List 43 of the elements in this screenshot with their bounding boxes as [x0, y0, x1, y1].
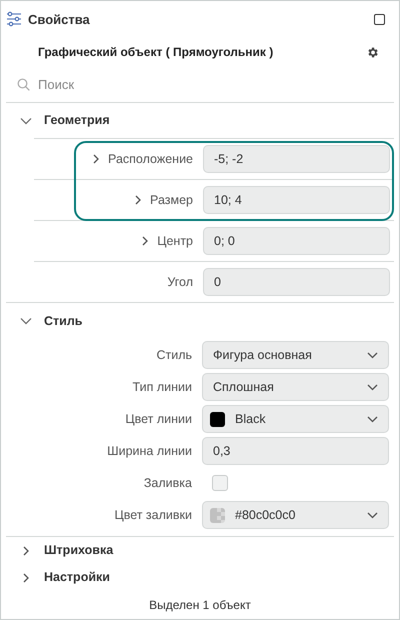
dropdown[interactable]: Black — [202, 405, 389, 434]
input-field[interactable]: -5; -2 — [203, 145, 390, 174]
settings-icon[interactable] — [366, 46, 379, 59]
chevron-down-icon — [367, 352, 378, 359]
chevron-down-icon — [367, 512, 378, 519]
chevron-down-icon — [367, 384, 378, 391]
property-label: Ширина линии — [107, 442, 192, 460]
dropdown-value: Фигура основная — [213, 346, 313, 364]
dropdown-value: Black — [235, 410, 267, 428]
section-header: Штриховка — [44, 542, 114, 560]
object-title: Графический объект ( Прямоугольник ) — [38, 44, 274, 62]
status-text: Выделен 1 объект — [149, 597, 251, 614]
property-label: Центр — [157, 233, 193, 250]
property-label: Заливка — [144, 474, 192, 492]
expand-chevron-icon[interactable] — [141, 236, 150, 246]
dropdown-value: Сплошная — [213, 378, 275, 396]
sliders-icon — [6, 11, 22, 28]
expand-chevron-icon[interactable] — [92, 154, 100, 164]
expand-chevron-icon[interactable] — [134, 195, 142, 206]
dropdown[interactable]: #80c0c0c0 — [202, 501, 389, 530]
property-label: Цвет линии — [125, 410, 192, 428]
property-label: Тип линии — [132, 378, 192, 396]
input-field[interactable]: 0,3 — [202, 437, 389, 466]
input-field[interactable]: 0; 0 — [203, 227, 390, 256]
dropdown[interactable]: Фигура основная — [202, 341, 389, 370]
chevron-down-icon — [367, 416, 378, 423]
panel-title: Свойства — [28, 10, 90, 29]
property-label: Угол — [167, 274, 193, 292]
section-header: Стиль — [44, 313, 82, 330]
section-header: Настройки — [44, 569, 110, 586]
dropdown[interactable]: Сплошная — [202, 373, 389, 402]
property-label: Расположение — [108, 151, 193, 168]
property-label: Стиль — [156, 346, 192, 364]
property-label: Цвет заливки — [114, 506, 192, 524]
checkbox[interactable] — [212, 475, 228, 492]
search-field[interactable]: Поиск — [38, 74, 394, 94]
dropdown-value: #80c0c0c0 — [235, 506, 296, 524]
property-label: Размер — [150, 192, 193, 210]
maximize-button[interactable] — [374, 14, 385, 25]
section-header: Геометрия — [44, 112, 110, 130]
input-field[interactable]: 10; 4 — [203, 186, 390, 214]
search-icon — [17, 78, 30, 92]
input-field[interactable]: 0 — [203, 268, 390, 296]
